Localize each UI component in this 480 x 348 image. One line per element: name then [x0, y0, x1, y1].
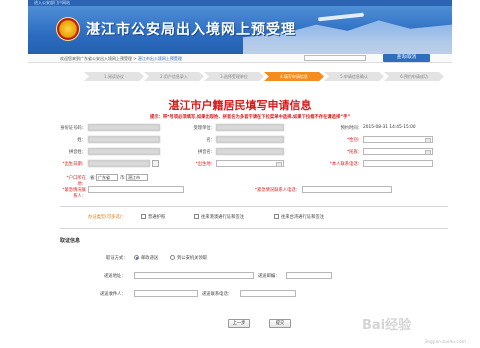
option-passport[interactable]: 普通护照 — [141, 214, 165, 220]
form-row-name: 姓： 名： *性别： — [60, 136, 450, 146]
id-label: 身份证号码： — [60, 126, 86, 131]
step-3: 3.选择受理单位 — [204, 72, 264, 81]
pickup-section-title: 取证信息 — [60, 238, 81, 244]
unit-label: 受理单位： — [193, 126, 215, 131]
postcode-label: 递送邮编： — [258, 274, 280, 279]
city-select[interactable]: 湛江市 — [126, 174, 148, 181]
step-2: 2.用户信息录入 — [144, 72, 204, 81]
city-prefix: 市: — [120, 176, 126, 181]
tip-text: 提示：带*号项必须填写,如果出现姓、拼音名为多音字请在下拉菜单中选择,如果下拉框… — [150, 115, 351, 120]
form-row-pinyin: 拼音姓： 拼音名： *民族： — [60, 148, 450, 158]
appt-label: 预约时间： — [340, 126, 362, 131]
mail-radio[interactable] — [134, 255, 139, 260]
baidu-watermark: Bai经验 — [362, 318, 412, 333]
police-emblem-icon — [56, 17, 80, 41]
id-number-field[interactable] — [88, 124, 160, 131]
breadcrumb-prefix[interactable]: 欢迎您来到广东省公安出入境网上预受理 > — [60, 56, 137, 61]
emergency-contact-label: *紧急情况联系人： — [62, 188, 86, 199]
query-cancel-button[interactable]: 查询/取消 — [383, 54, 430, 62]
option-hk-macau[interactable]: 往来港澳通行证和签注 — [194, 214, 244, 220]
pinyin-surname-field[interactable] — [88, 148, 160, 155]
address-field[interactable] — [134, 272, 254, 279]
calendar-icon[interactable] — [152, 160, 159, 167]
recipient-label: 递送收件人： — [100, 292, 126, 297]
pinyin-name-label: 拼音名： — [197, 150, 215, 155]
nav-bar: 欢迎您来到广东省公安出入境网上预受理 > 湛江市出入境网上预受理 查询/取消 — [28, 54, 452, 63]
surname-label: 姓： — [77, 138, 86, 143]
emergency-phone-field[interactable] — [302, 186, 392, 193]
form-row-id: 身份证号码： 受理单位： 预约时间： 2015-08-31 14:45-15:0… — [60, 124, 450, 134]
form-row-emergency: *紧急情况联系人： *紧急情况联系人电话： — [60, 186, 450, 199]
gender-label: *性别： — [346, 138, 362, 143]
self-radio[interactable] — [170, 255, 175, 260]
phone-label: *本人联系电话： — [329, 162, 362, 167]
recipient-field[interactable] — [134, 290, 198, 297]
birthdate-field[interactable] — [88, 160, 150, 167]
appt-value: 2015-08-31 14:45-15:00 — [363, 125, 416, 130]
recipient-phone-label: 递送联系电话： — [202, 292, 233, 297]
step-4: 4.填写申请信息 — [264, 72, 324, 81]
birthplace-select[interactable] — [216, 160, 284, 167]
submit-button[interactable]: 提交 — [269, 319, 291, 328]
breadcrumb: 欢迎您来到广东省公安出入境网上预受理 > 湛江市出入境网上预受理 — [60, 56, 182, 62]
taiwan-checkbox[interactable] — [274, 214, 279, 219]
business-type-label: 办证类型(可多选)： — [88, 215, 126, 220]
hk-macau-checkbox[interactable] — [194, 214, 199, 219]
step-6: 6.预约申请成功 — [384, 72, 444, 81]
site-title: 湛江市公安局出入境网上预受理 — [86, 22, 296, 38]
postcode-field[interactable] — [286, 272, 332, 279]
step-1: 1.阅读协议 — [84, 72, 144, 81]
unit-field[interactable] — [216, 124, 284, 131]
ethnicity-label: *民族： — [346, 150, 362, 155]
province-select[interactable]: 广东省 — [96, 174, 118, 181]
recipient-phone-field[interactable] — [240, 290, 296, 297]
pinyin-surname-label: 拼音姓： — [68, 150, 86, 155]
prev-button[interactable]: 上一步 — [228, 319, 250, 328]
pickup-option-self[interactable]: 到公安机关领取 — [170, 255, 207, 261]
option-taiwan[interactable]: 往来台湾通行证和签注 — [274, 214, 324, 220]
airplane-graphic — [317, 12, 365, 22]
pinyin-name-field[interactable] — [216, 148, 284, 155]
province-prefix: 省: — [90, 176, 96, 181]
divider-2 — [60, 228, 448, 229]
form-row-birth: *出生日期： *出生地： *本人联系电话： — [60, 160, 450, 170]
birthdate-label: *出生日期： — [62, 162, 86, 167]
search-input[interactable] — [304, 55, 366, 61]
address-label: 递送地址： — [104, 274, 126, 279]
pickup-option-mail[interactable]: 邮政递送 — [134, 255, 158, 261]
site-banner: 湛江市公安局出入境网上预受理 — [28, 6, 452, 54]
page-title: 湛江市户籍居民填写申请信息 — [168, 99, 312, 112]
ethnicity-select[interactable] — [363, 148, 433, 155]
emergency-contact-field[interactable] — [88, 186, 184, 193]
pickup-method-label: 取证方式： — [106, 256, 128, 261]
breadcrumb-current[interactable]: 湛江市出入境网上预受理 — [138, 56, 182, 61]
baidu-watermark-url: jingyan.baidu.com — [424, 340, 466, 345]
emergency-phone-label: *紧急情况联系人电话： — [254, 188, 300, 193]
step-5: 5.申请信息确认 — [324, 72, 384, 81]
gender-select[interactable] — [363, 136, 433, 143]
surname-field[interactable] — [88, 136, 160, 143]
phone-field[interactable] — [363, 160, 433, 167]
form-row-household: *户口所在地： 省: 广东省 市: 湛江市 — [60, 174, 450, 187]
passport-checkbox[interactable] — [141, 214, 146, 219]
given-name-field[interactable] — [216, 136, 284, 143]
given-name-label: 名： — [206, 138, 215, 143]
divider-1 — [60, 206, 448, 207]
birthplace-label: *出生地： — [195, 162, 215, 167]
progress-steps: 1.阅读协议 2.用户信息录入 3.选择受理单位 4.填写申请信息 5.申请信息… — [84, 72, 448, 81]
